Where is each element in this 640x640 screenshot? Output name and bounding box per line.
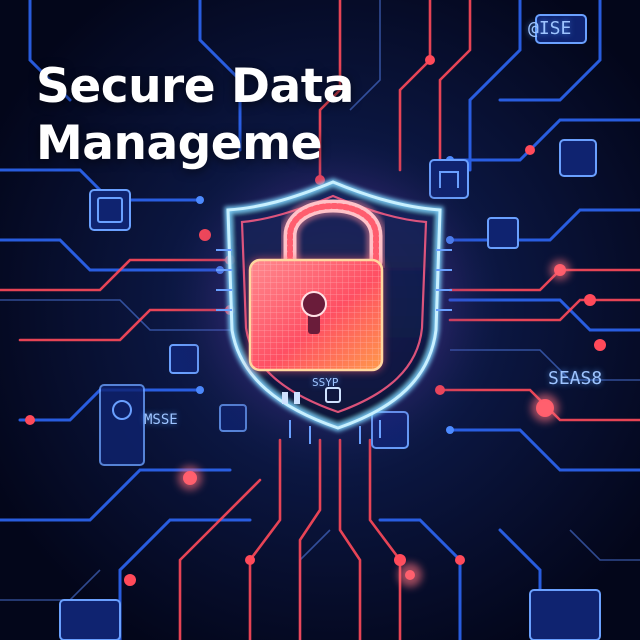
- chip-label-shield-base: SSYP: [312, 376, 339, 389]
- headline-line-1: Secure Data: [36, 59, 354, 114]
- chip-label-top-right: @ISE: [528, 18, 572, 39]
- headline-line-2: Manageme: [36, 116, 323, 171]
- cyber-security-scene: Secure Data Manageme @ISE SEAS8 MSSE SSY…: [0, 0, 640, 640]
- headline: Secure Data Manageme: [36, 58, 354, 172]
- chip-label-left: MSSE: [144, 412, 178, 428]
- chip-label-right: SEAS8: [548, 368, 603, 389]
